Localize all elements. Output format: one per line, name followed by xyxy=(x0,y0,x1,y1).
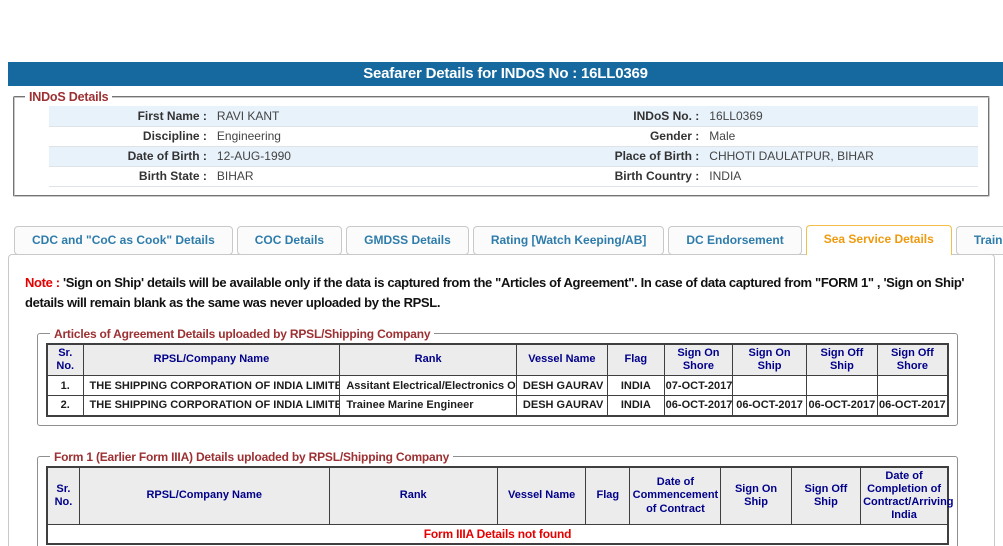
table-cell: DESH GAURAV xyxy=(516,396,607,416)
field-value: INDIA xyxy=(699,166,978,186)
column-header-sign-on-shore: Sign On Shore xyxy=(664,344,732,376)
articles-of-agreement-table: Sr. No.RPSL/Company NameRankVessel NameF… xyxy=(46,343,949,417)
table-cell: 07-OCT-2017 xyxy=(664,376,732,396)
note-label: Note : xyxy=(25,275,60,290)
table-row: 2.THE SHIPPING CORPORATION OF INDIA LIMI… xyxy=(47,396,948,416)
indos-details-table: First Name :RAVI KANTINDoS No. :16LL0369… xyxy=(49,106,978,187)
indos-row-first-name: First Name :RAVI KANTINDoS No. :16LL0369 xyxy=(49,106,978,126)
page-title-text: Seafarer Details for INDoS No : 16LL0369 xyxy=(363,65,648,82)
table-cell: 2. xyxy=(47,396,83,416)
field-value: 16LL0369 xyxy=(699,106,978,126)
column-header-rpsl-company-name: RPSL/Company Name xyxy=(79,467,329,525)
table-cell: 06-OCT-2017 xyxy=(733,396,807,416)
articles-of-agreement-fieldset: Articles of Agreement Details uploaded b… xyxy=(37,327,958,426)
note-text: 'Sign on Ship' details will be available… xyxy=(25,275,964,310)
field-label: INDoS No. : xyxy=(606,106,699,126)
tab-gmdss-details[interactable]: GMDSS Details xyxy=(346,226,469,255)
field-value: CHHOTI DAULATPUR, BIHAR xyxy=(699,146,978,166)
table-cell: INDIA xyxy=(607,396,664,416)
tabs-area: CDC and "CoC as Cook" DetailsCOC Details… xyxy=(8,225,995,546)
column-header-date-of-commencement-of-contract: Date of Commencement of Contract xyxy=(630,467,721,525)
indos-row-birth-state: Birth State :BIHARBirth Country :INDIA xyxy=(49,166,978,186)
table-cell: THE SHIPPING CORPORATION OF INDIA LIMITE… xyxy=(83,376,340,396)
column-header-sign-on-ship: Sign On Ship xyxy=(733,344,807,376)
note: Note : 'Sign on Ship' details will be av… xyxy=(25,273,978,313)
table-cell: 06-OCT-2017 xyxy=(807,396,878,416)
table-cell xyxy=(807,376,878,396)
field-label: Date of Birth : xyxy=(49,146,207,166)
field-value: RAVI KANT xyxy=(207,106,606,126)
field-value: Engineering xyxy=(207,126,606,146)
table-cell xyxy=(733,376,807,396)
tab-strip: CDC and "CoC as Cook" DetailsCOC Details… xyxy=(14,225,995,255)
table-cell: DESH GAURAV xyxy=(516,376,607,396)
column-header-flag: Flag xyxy=(607,344,664,376)
articles-of-agreement-legend: Articles of Agreement Details uploaded b… xyxy=(50,327,434,341)
tab-content-panel: Note : 'Sign on Ship' details will be av… xyxy=(8,254,995,546)
table-cell: 06-OCT-2017 xyxy=(664,396,732,416)
tab-training-details[interactable]: Training Details xyxy=(956,226,1003,255)
table-cell: INDIA xyxy=(607,376,664,396)
table-row: 1.THE SHIPPING CORPORATION OF INDIA LIMI… xyxy=(47,376,948,396)
column-header-sign-off-ship: Sign Off Ship xyxy=(791,467,860,525)
column-header-vessel-name: Vessel Name xyxy=(497,467,585,525)
tab-coc-details[interactable]: COC Details xyxy=(237,226,342,255)
indos-row-discipline: Discipline :EngineeringGender :Male xyxy=(49,126,978,146)
table-cell: THE SHIPPING CORPORATION OF INDIA LIMITE… xyxy=(83,396,340,416)
form1-fieldset: Form 1 (Earlier Form IIIA) Details uploa… xyxy=(37,450,958,546)
column-header-flag: Flag xyxy=(586,467,630,525)
field-label: Birth State : xyxy=(49,166,207,186)
column-header-sign-off-shore: Sign Off Shore xyxy=(877,344,948,376)
field-label: Gender : xyxy=(606,126,699,146)
tab-dc-endorsement[interactable]: DC Endorsement xyxy=(668,226,801,255)
column-header-rank: Rank xyxy=(340,344,517,376)
form1-table: Sr. No.RPSL/Company NameRankVessel NameF… xyxy=(46,466,949,546)
field-value: 12-AUG-1990 xyxy=(207,146,606,166)
form1-empty-row: Form IIIA Details not found xyxy=(47,525,948,545)
table-cell: Assitant Electrical/Electronics Officer xyxy=(340,376,517,396)
column-header-vessel-name: Vessel Name xyxy=(516,344,607,376)
tab-cdc-and-coc-as-cook-details[interactable]: CDC and "CoC as Cook" Details xyxy=(14,226,233,255)
column-header-sr-no: Sr. No. xyxy=(47,467,79,525)
field-label: First Name : xyxy=(49,106,207,126)
column-header-sign-on-ship: Sign On Ship xyxy=(721,467,791,525)
indos-row-date-of-birth: Date of Birth :12-AUG-1990Place of Birth… xyxy=(49,146,978,166)
field-label: Birth Country : xyxy=(606,166,699,186)
field-label: Place of Birth : xyxy=(606,146,699,166)
column-header-rpsl-company-name: RPSL/Company Name xyxy=(83,344,340,376)
column-header-rank: Rank xyxy=(329,467,497,525)
page-title: Seafarer Details for INDoS No : 16LL0369 xyxy=(8,62,1003,86)
table-cell: 1. xyxy=(47,376,83,396)
tab-sea-service-details[interactable]: Sea Service Details xyxy=(806,225,952,255)
tab-rating-watch-keeping-ab[interactable]: Rating [Watch Keeping/AB] xyxy=(473,226,665,255)
field-value: Male xyxy=(699,126,978,146)
indos-details-fieldset: INDoS Details First Name :RAVI KANTINDoS… xyxy=(13,90,990,197)
indos-details-legend: INDoS Details xyxy=(25,90,112,104)
form1-empty-message: Form IIIA Details not found xyxy=(47,525,948,545)
field-label: Discipline : xyxy=(49,126,207,146)
table-cell: 06-OCT-2017 xyxy=(877,396,948,416)
column-header-sign-off-ship: Sign Off Ship xyxy=(807,344,878,376)
seafarer-details-page: Seafarer Details for INDoS No : 16LL0369… xyxy=(0,62,1003,546)
form1-legend: Form 1 (Earlier Form IIIA) Details uploa… xyxy=(50,450,453,464)
table-cell: Trainee Marine Engineer xyxy=(340,396,517,416)
column-header-date-of-completion-of-contract-arriving-india: Date of Completion of Contract/Arriving … xyxy=(861,467,948,525)
column-header-sr-no: Sr. No. xyxy=(47,344,83,376)
table-cell xyxy=(877,376,948,396)
field-value: BIHAR xyxy=(207,166,606,186)
